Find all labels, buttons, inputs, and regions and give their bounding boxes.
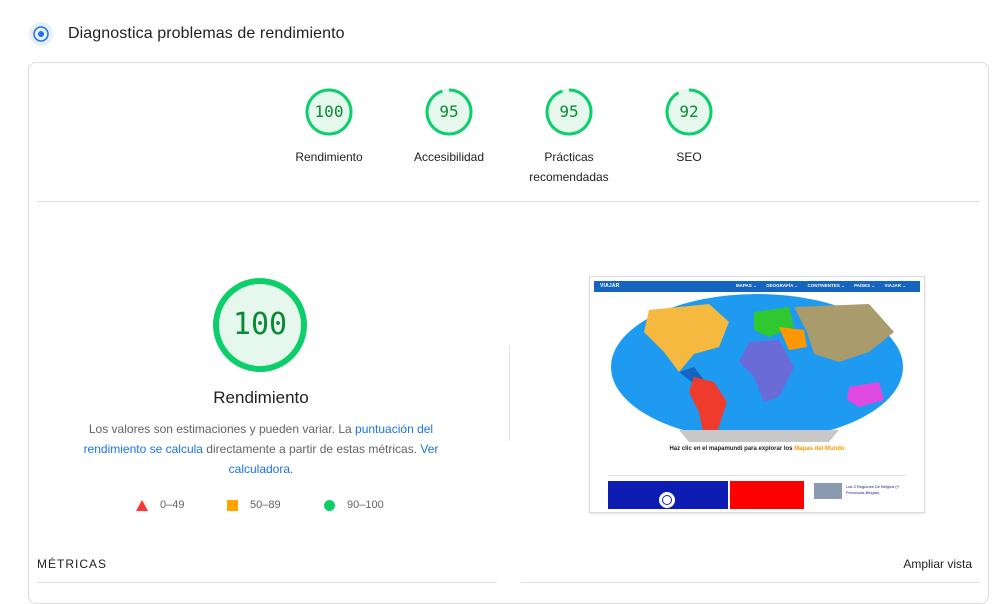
page-screenshot[interactable]: VIAJAR MAPAS ⌄ GEOGRAFÍA ⌄ CONTINENTES ⌄… [589, 276, 925, 513]
gauge-label: Rendimiento [295, 150, 363, 164]
article-thumbnail [814, 483, 842, 499]
score-gauges: 100 Rendimiento 95 Accesibilidad 95 Prác… [29, 87, 988, 207]
site-menu-item: VIAJAR ⌄ [884, 283, 906, 288]
gauge-value: 95 [559, 102, 579, 121]
divider [608, 475, 906, 476]
site-menu-item: PAÍSES ⌄ [854, 283, 876, 288]
desc-text: Los valores son estimaciones y pueden va… [88, 422, 356, 436]
gauge-performance[interactable]: 100 Rendimiento [269, 87, 389, 167]
performance-description: Los valores son estimaciones y pueden va… [79, 419, 443, 479]
triangle-icon [136, 499, 148, 511]
page-title: Diagnostica problemas de rendimiento [68, 25, 345, 42]
expand-view-button[interactable]: Ampliar vista [903, 557, 972, 571]
legend-pass: 90–100 [324, 499, 384, 511]
vertical-separator [509, 345, 510, 441]
legend-range: 0–49 [160, 499, 185, 511]
performance-title: Rendimiento [213, 388, 309, 407]
gauge-label: Accesibilidad [413, 150, 485, 164]
site-menu-item: CONTINENTES ⌄ [807, 283, 845, 288]
gauge-accessibility[interactable]: 95 Accesibilidad [389, 87, 509, 167]
report-card: 100 Rendimiento 95 Accesibilidad 95 Prác… [28, 62, 989, 604]
divider [37, 201, 980, 202]
speed-icon [28, 21, 54, 47]
desc-text: directamente a partir de estas métricas. [202, 442, 421, 456]
caption-text: Haz clic en el mapamundi para explorar l… [669, 446, 795, 452]
gauge-label: Prácticas recomendadas [529, 150, 609, 184]
gauge-label: SEO [676, 150, 702, 164]
legend-range: 50–89 [250, 499, 281, 511]
legend-range: 90–100 [347, 499, 384, 511]
legend-fail: 0–49 [136, 499, 184, 511]
circle-icon [324, 499, 335, 511]
gauge-best-practices[interactable]: 95 Prácticas recomendadas [509, 87, 629, 187]
world-map-image [611, 294, 903, 442]
site-menu: MAPAS ⌄ GEOGRAFÍA ⌄ CONTINENTES ⌄ PAÍSES… [728, 283, 906, 289]
gauge-value: 100 [314, 102, 344, 121]
performance-score: 100 [232, 307, 288, 342]
gauge-value: 95 [439, 102, 459, 121]
flag-image [608, 481, 804, 509]
site-menu-item: MAPAS ⌄ [735, 283, 757, 288]
page-header: Diagnostica problemas de rendimiento [28, 20, 345, 48]
metrics-heading: MÉTRICAS [37, 557, 108, 571]
caption-link: Mapas del Mundo [794, 446, 845, 452]
performance-gauge-large: 100 [212, 277, 308, 373]
map-caption: Haz clic en el mapamundi para explorar l… [590, 446, 924, 452]
score-legend: 0–49 50–89 90–100 [136, 499, 396, 515]
site-logo: VIAJAR [600, 283, 620, 289]
article-title: Las 3 Regiones De Bélgica (Y Provincias … [846, 484, 900, 495]
gauge-value: 92 [679, 102, 699, 121]
gauge-seo[interactable]: 92 SEO [629, 87, 749, 167]
square-icon [227, 499, 238, 511]
site-menu-item: GEOGRAFÍA ⌄ [766, 283, 799, 288]
legend-average: 50–89 [227, 499, 281, 511]
site-navbar: VIAJAR MAPAS ⌄ GEOGRAFÍA ⌄ CONTINENTES ⌄… [594, 281, 920, 292]
